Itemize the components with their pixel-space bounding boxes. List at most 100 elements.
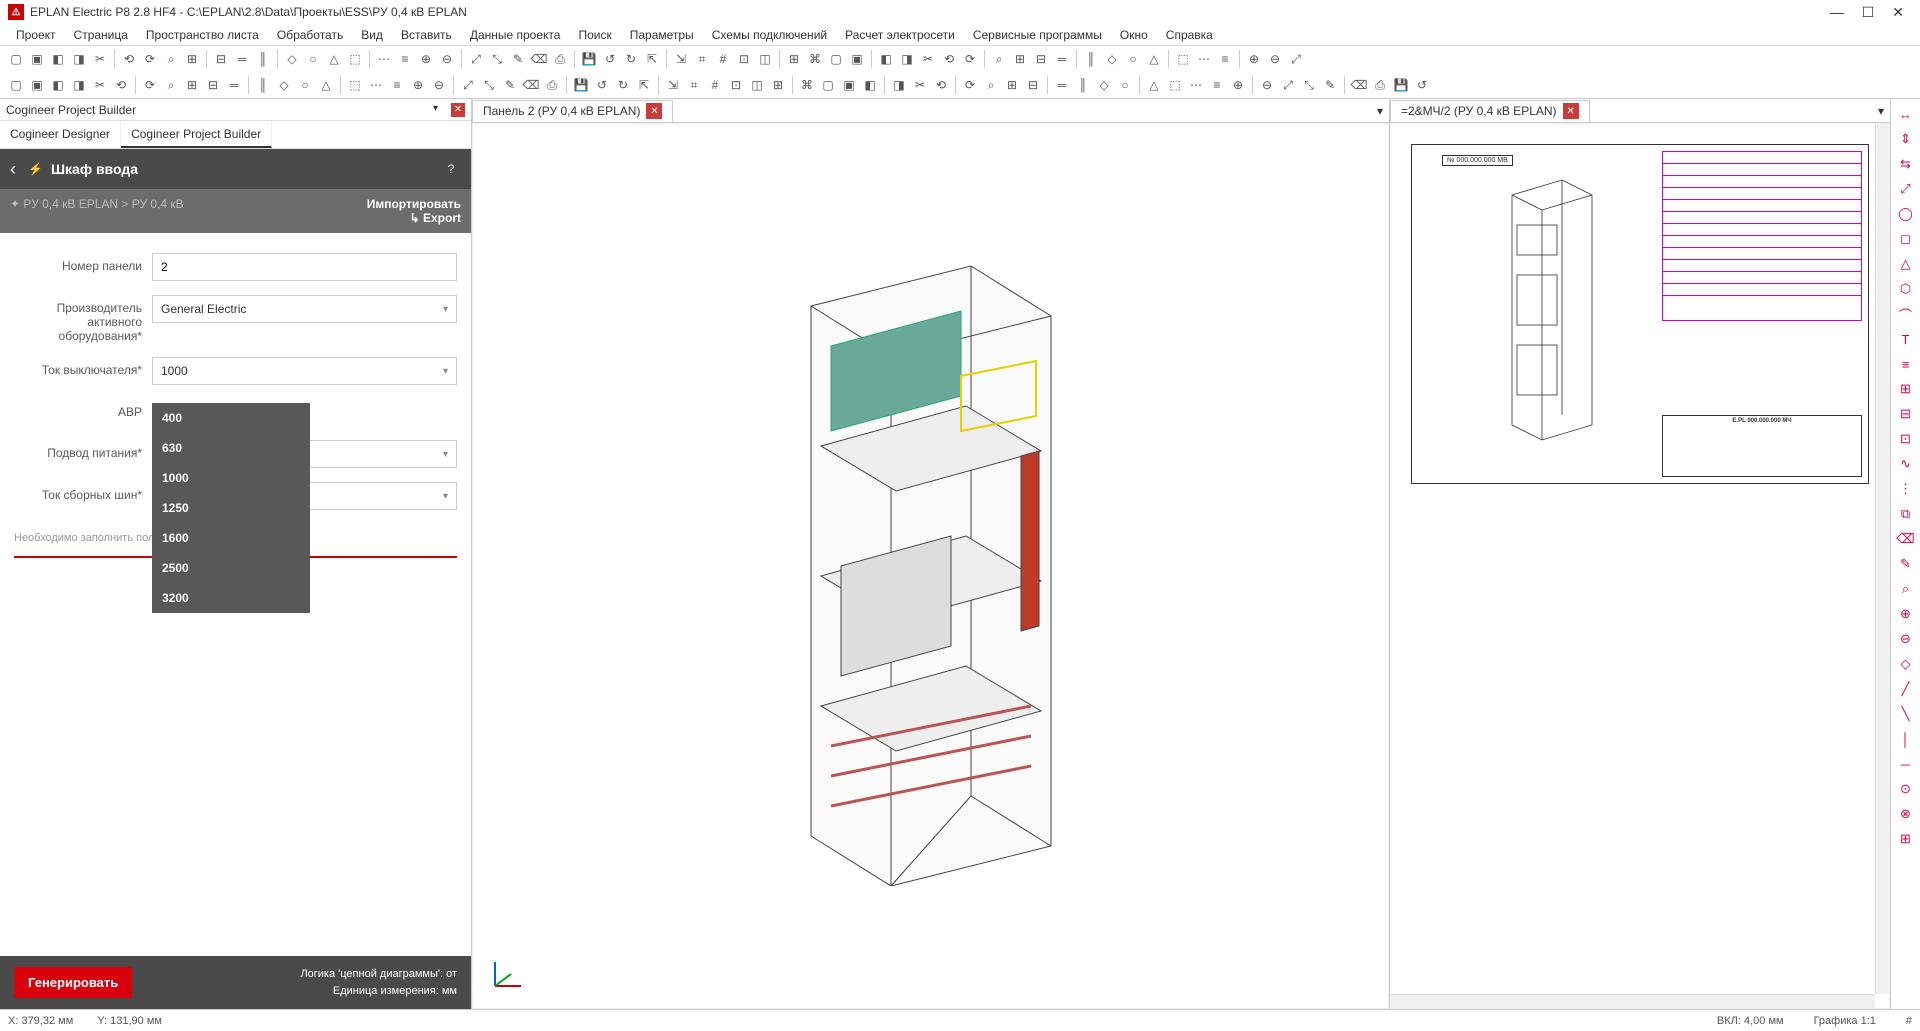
- dropdown-option[interactable]: 2500: [152, 553, 310, 583]
- toolbar-button[interactable]: ◫: [747, 75, 767, 95]
- toolbar-button[interactable]: ⊞: [1010, 49, 1030, 69]
- maximize-button[interactable]: ☐: [1862, 4, 1875, 21]
- right-tool-button[interactable]: ⌒: [1895, 303, 1917, 325]
- toolbar-button[interactable]: ⤢: [1286, 49, 1306, 69]
- center-tab[interactable]: Панель 2 (РУ 0,4 кВ EPLAN) ✕: [472, 100, 673, 122]
- panel-close-button[interactable]: ✕: [451, 103, 465, 117]
- toolbar-button[interactable]: ▢: [6, 75, 26, 95]
- menu-item[interactable]: Параметры: [622, 26, 702, 44]
- dropdown-option[interactable]: 1600: [152, 523, 310, 553]
- right-tool-button[interactable]: ⤢: [1895, 178, 1917, 200]
- manufacturer-select[interactable]: General Electric▾: [152, 295, 457, 323]
- toolbar-button[interactable]: ⤢: [458, 75, 478, 95]
- toolbar-button[interactable]: ◧: [48, 75, 68, 95]
- minimize-button[interactable]: —: [1830, 4, 1844, 21]
- dropdown-option[interactable]: 1000: [152, 463, 310, 493]
- dropdown-option[interactable]: 630: [152, 433, 310, 463]
- toolbar-button[interactable]: ◧: [876, 49, 896, 69]
- toolbar-button[interactable]: ○: [1123, 49, 1143, 69]
- toolbar-button[interactable]: ⤢: [1278, 75, 1298, 95]
- toolbar-button[interactable]: ⤡: [1299, 75, 1319, 95]
- toolbar-button[interactable]: ⌕: [161, 49, 181, 69]
- toolbar-button[interactable]: ◇: [274, 75, 294, 95]
- toolbar-button[interactable]: ◨: [69, 49, 89, 69]
- toolbar-button[interactable]: ◧: [48, 49, 68, 69]
- toolbar-button[interactable]: ⟳: [960, 75, 980, 95]
- right-tool-button[interactable]: ⊡: [1895, 428, 1917, 450]
- toolbar-button[interactable]: ⟲: [931, 75, 951, 95]
- toolbar-button[interactable]: ⊟: [1023, 75, 1043, 95]
- right-tool-button[interactable]: ◻: [1895, 228, 1917, 250]
- right-tool-button[interactable]: △: [1895, 253, 1917, 275]
- toolbar-button[interactable]: ⊞: [784, 49, 804, 69]
- tab-overflow-icon[interactable]: ▾: [1371, 104, 1389, 118]
- help-button[interactable]: ?: [441, 159, 461, 179]
- toolbar-button[interactable]: ▣: [839, 75, 859, 95]
- toolbar-button[interactable]: ◧: [860, 75, 880, 95]
- toolbar-button[interactable]: ≡: [1207, 75, 1227, 95]
- toolbar-button[interactable]: ○: [303, 49, 323, 69]
- toolbar-button[interactable]: ✂: [90, 49, 110, 69]
- toolbar-button[interactable]: ⊖: [429, 75, 449, 95]
- toolbar-button[interactable]: ↻: [613, 75, 633, 95]
- toolbar-button[interactable]: ═: [1052, 75, 1072, 95]
- toolbar-button[interactable]: ⟳: [960, 49, 980, 69]
- right-tool-button[interactable]: ⊖: [1895, 628, 1917, 650]
- toolbar-button[interactable]: ↺: [600, 49, 620, 69]
- panel-dropdown-icon[interactable]: ▾: [433, 103, 447, 117]
- dropdown-option[interactable]: 400: [152, 403, 310, 433]
- panel-number-input[interactable]: [152, 253, 457, 281]
- toolbar-button[interactable]: ⌫: [529, 49, 549, 69]
- menu-item[interactable]: Вставить: [393, 26, 460, 44]
- toolbar-button[interactable]: ⊖: [1257, 75, 1277, 95]
- right-tool-button[interactable]: ⊕: [1895, 603, 1917, 625]
- toolbar-button[interactable]: ▢: [818, 75, 838, 95]
- toolbar-button[interactable]: ◇: [282, 49, 302, 69]
- menu-item[interactable]: Вид: [353, 26, 391, 44]
- toolbar-button[interactable]: ⌫: [1349, 75, 1369, 95]
- subtab[interactable]: Cogineer Project Builder: [121, 121, 272, 148]
- right-tool-button[interactable]: ◯: [1895, 203, 1917, 225]
- toolbar-button[interactable]: ✂: [910, 75, 930, 95]
- toolbar-button[interactable]: ⋯: [1186, 75, 1206, 95]
- menu-item[interactable]: Окно: [1112, 26, 1156, 44]
- menu-item[interactable]: Проект: [8, 26, 64, 44]
- import-button[interactable]: Импортировать: [367, 197, 461, 211]
- toolbar-button[interactable]: ⇲: [671, 49, 691, 69]
- toolbar-button[interactable]: #: [713, 49, 733, 69]
- menu-item[interactable]: Обработать: [269, 26, 351, 44]
- toolbar-button[interactable]: ▣: [27, 75, 47, 95]
- toolbar-button[interactable]: ⤢: [466, 49, 486, 69]
- generate-button[interactable]: Генерировать: [14, 967, 132, 998]
- right-tool-button[interactable]: ⊙: [1895, 778, 1917, 800]
- toolbar-button[interactable]: ⬚: [1173, 49, 1193, 69]
- right-tool-button[interactable]: ⌫: [1895, 528, 1917, 550]
- toolbar-button[interactable]: ⊕: [408, 75, 428, 95]
- menu-item[interactable]: Данные проекта: [462, 26, 569, 44]
- toolbar-button[interactable]: ◫: [755, 49, 775, 69]
- viewport-3d[interactable]: [472, 123, 1389, 1009]
- right-tool-button[interactable]: ↔: [1895, 103, 1917, 125]
- toolbar-button[interactable]: ⌕: [161, 75, 181, 95]
- toolbar-button[interactable]: ✂: [918, 49, 938, 69]
- menu-item[interactable]: Сервисные программы: [965, 26, 1110, 44]
- toolbar-button[interactable]: ⋯: [374, 49, 394, 69]
- right-tab-close[interactable]: ✕: [1563, 103, 1579, 119]
- right-tool-button[interactable]: ─: [1895, 753, 1917, 775]
- toolbar-button[interactable]: ⎙: [1370, 75, 1390, 95]
- toolbar-button[interactable]: ⎙: [550, 49, 570, 69]
- center-tab-close[interactable]: ✕: [646, 103, 662, 119]
- right-tool-button[interactable]: ✎: [1895, 553, 1917, 575]
- toolbar-button[interactable]: ⤡: [487, 49, 507, 69]
- toolbar-button[interactable]: #: [705, 75, 725, 95]
- toolbar-button[interactable]: ⊞: [182, 75, 202, 95]
- horizontal-scrollbar[interactable]: [1391, 994, 1875, 1008]
- toolbar-button[interactable]: ⊖: [437, 49, 457, 69]
- breaker-current-select[interactable]: 1000▾: [152, 357, 457, 385]
- toolbar-button[interactable]: ⌘: [805, 49, 825, 69]
- toolbar-button[interactable]: 💾: [571, 75, 591, 95]
- right-tool-button[interactable]: ⇕: [1895, 128, 1917, 150]
- right-tool-button[interactable]: ⬡: [1895, 278, 1917, 300]
- right-tool-button[interactable]: ⌕: [1895, 578, 1917, 600]
- right-tool-button[interactable]: ≡: [1895, 353, 1917, 375]
